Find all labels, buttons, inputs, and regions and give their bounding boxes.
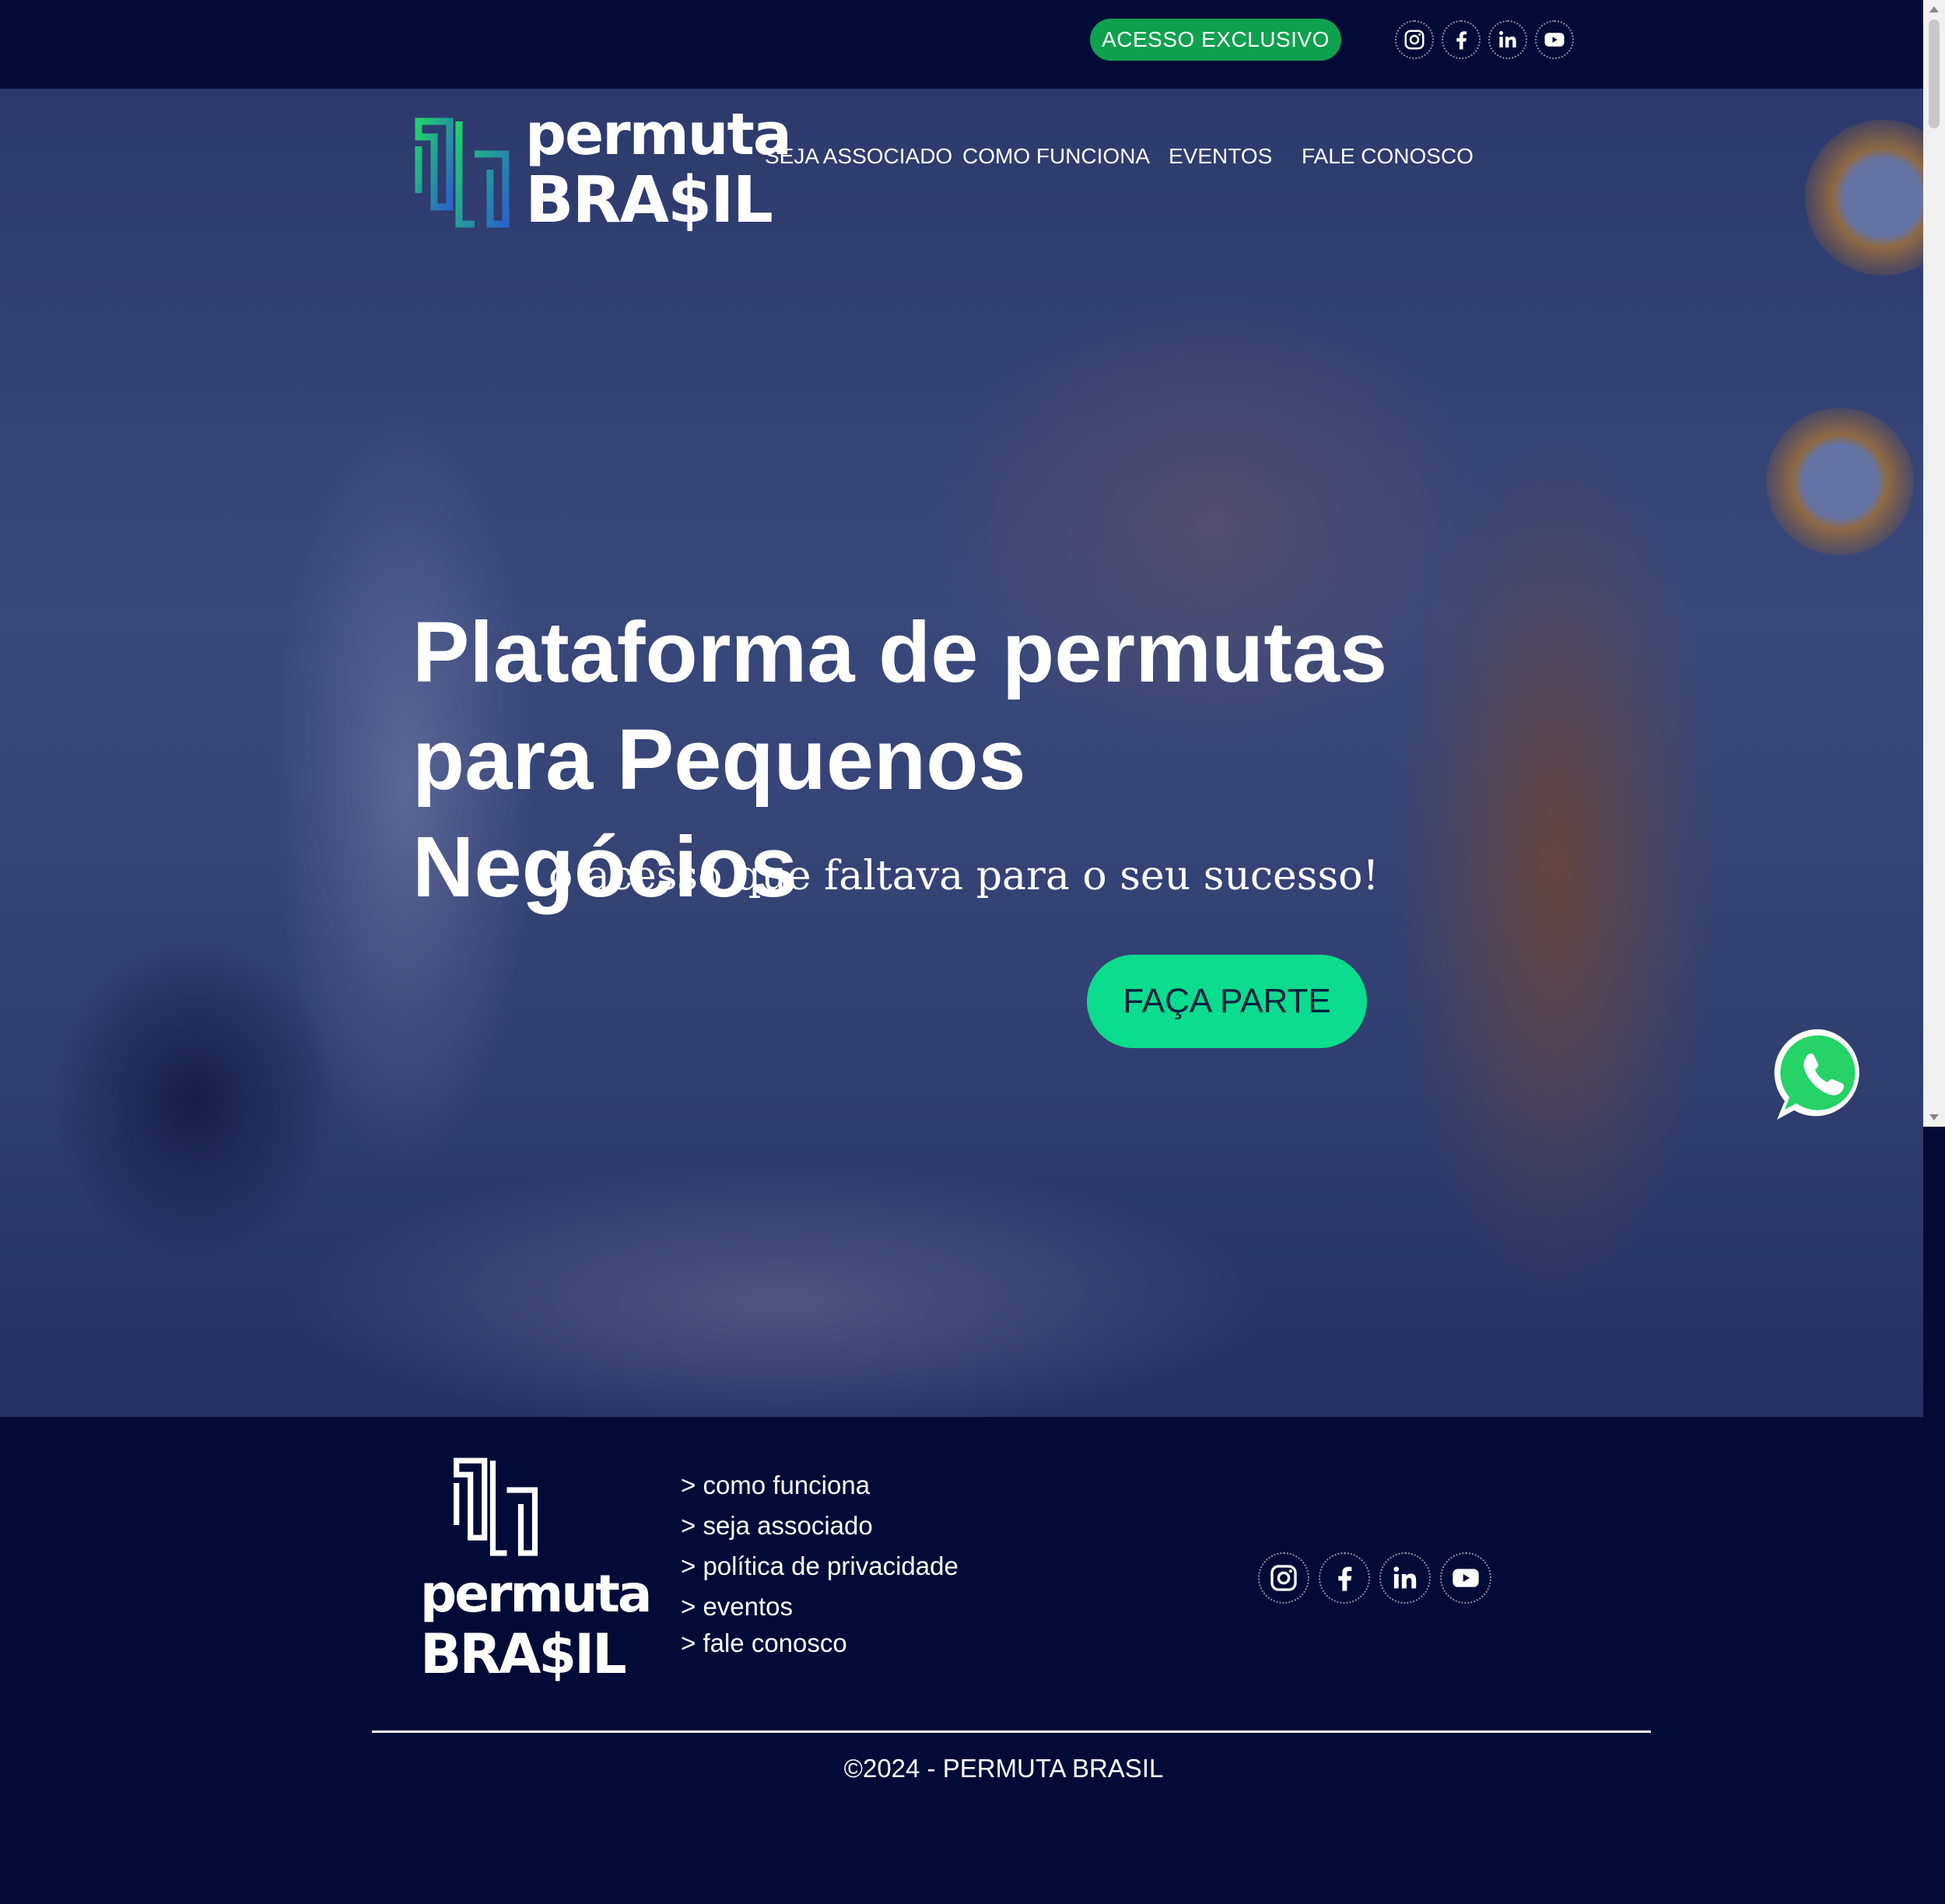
scrollbar-thumb[interactable] [1929,19,1940,128]
nav-seja-associado[interactable]: SEJA ASSOCIADO [765,144,952,169]
footer-divider [372,1730,1651,1733]
join-cta-button[interactable]: FAÇA PARTE [1087,955,1367,1048]
logo-text-permuta: permuta [525,101,792,168]
footer-link-privacidade[interactable]: > política de privacidade [681,1552,958,1581]
nav-eventos[interactable]: EVENTOS [1169,144,1272,169]
copyright-text: ©2024 - PERMUTA BRASIL [843,1754,1164,1783]
top-bar: ACESSO EXCLUSIVO [0,0,1923,89]
nav-como-funciona[interactable]: COMO FUNCIONA [962,144,1150,169]
hero-headline-line1: Plataforma de permutas [412,605,1388,700]
footer-link-seja-associado[interactable]: > seja associado [681,1511,873,1541]
logo-mark-icon [415,117,510,228]
nav-fale-conosco[interactable]: FALE CONOSCO [1302,144,1474,169]
footer-logo-text-brasil: BRA$IL [420,1622,627,1686]
exclusive-access-button[interactable]: ACESSO EXCLUSIVO [1090,19,1341,61]
linkedin-icon[interactable] [1379,1552,1431,1604]
logo-text-brasil: BRA$IL [525,163,773,237]
page-scrollbar[interactable] [1923,0,1945,1127]
whatsapp-icon[interactable] [1772,1025,1872,1124]
footer-logo-text-permuta: permuta [420,1564,652,1624]
instagram-icon[interactable] [1395,20,1434,59]
hero-subheadline: o acesso que faltava para o seu sucesso! [548,853,1379,899]
linkedin-icon[interactable] [1488,20,1527,59]
brand-logo[interactable]: permuta BRA$IL [412,101,792,237]
footer-logo[interactable]: permuta BRA$IL [420,1455,652,1696]
footer-link-como-funciona[interactable]: > como funciona [681,1471,870,1500]
footer-social-links [1258,1552,1491,1604]
footer-logo-mark-icon [454,1457,538,1556]
facebook-icon[interactable] [1319,1552,1370,1604]
youtube-icon[interactable] [1440,1552,1491,1604]
instagram-icon[interactable] [1258,1552,1309,1604]
scroll-up-arrow-icon[interactable] [1929,6,1939,12]
footer-link-fale-conosco[interactable]: > fale conosco [681,1629,847,1658]
top-social-links [1395,20,1574,59]
youtube-icon[interactable] [1535,20,1574,59]
facebook-icon[interactable] [1442,20,1481,59]
footer-link-eventos[interactable]: > eventos [681,1592,793,1622]
scroll-down-arrow-icon[interactable] [1929,1114,1939,1120]
